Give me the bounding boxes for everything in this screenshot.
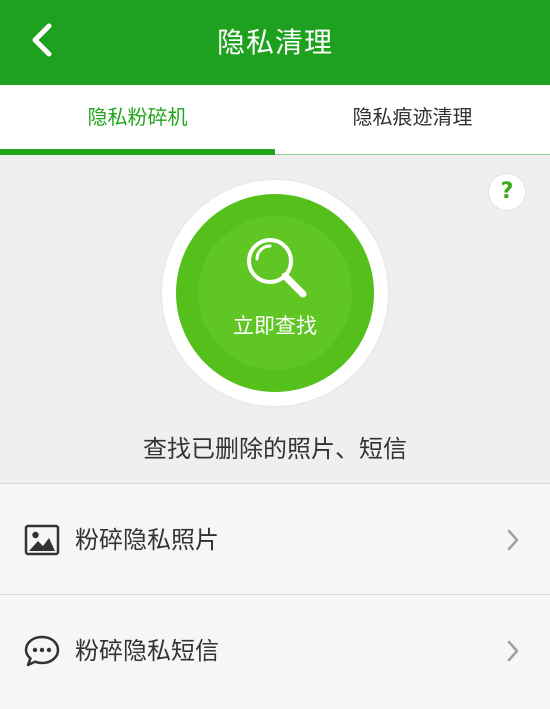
tab-label: 隐私粉碎机 — [87, 105, 188, 129]
chevron-right-icon — [507, 529, 519, 551]
tab-privacy-shredder[interactable]: 隐私粉碎机 — [0, 85, 275, 154]
list-item-shred-photos[interactable]: 粉碎隐私照片 — [0, 484, 550, 595]
hero-subtitle: 查找已删除的照片、短信 — [143, 435, 407, 463]
message-icon — [24, 635, 60, 667]
page-title: 隐私清理 — [216, 26, 333, 59]
list-item-shred-messages[interactable]: 粉碎隐私短信 — [0, 595, 550, 705]
action-list: 粉碎隐私照片 粉碎隐私短信 — [0, 483, 550, 709]
tab-bar: 隐私粉碎机 隐私痕迹清理 — [0, 85, 550, 155]
search-icon — [247, 238, 307, 298]
tab-privacy-trace-clean[interactable]: 隐私痕迹清理 — [275, 85, 550, 154]
chevron-right-icon — [507, 640, 519, 662]
find-now-button[interactable]: 立即查找 — [176, 194, 374, 392]
find-now-label: 立即查找 — [233, 314, 317, 338]
image-icon — [24, 524, 60, 556]
tab-label: 隐私痕迹清理 — [352, 105, 473, 129]
list-item-label: 粉碎隐私短信 — [75, 637, 219, 665]
list-item-label: 粉碎隐私照片 — [75, 526, 219, 554]
help-button[interactable]: ? — [488, 173, 526, 211]
hero-section: ? 立即查找 查找已删除的照片、短信 — [0, 155, 550, 483]
app-header: 隐私清理 — [0, 0, 550, 85]
